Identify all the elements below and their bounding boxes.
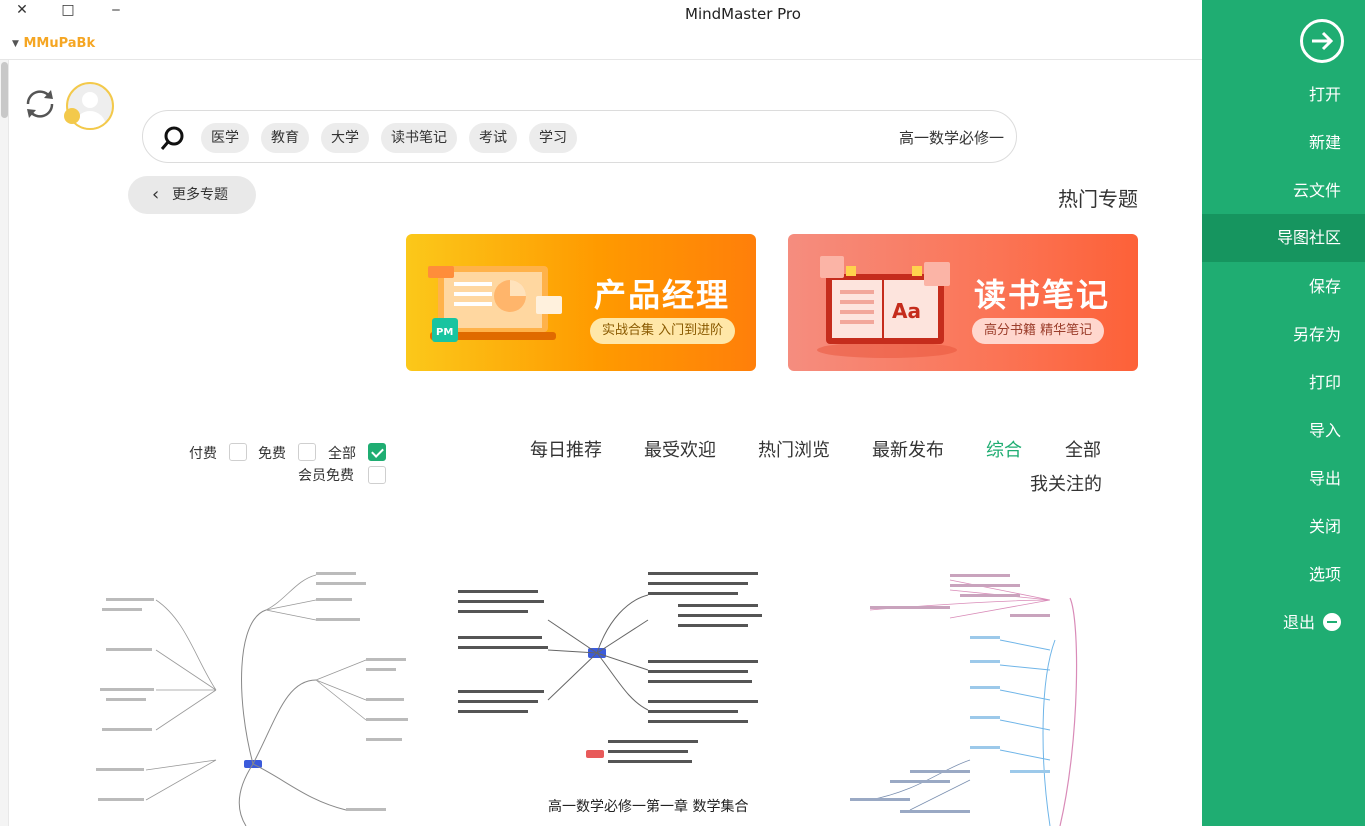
sync-icon[interactable] bbox=[22, 86, 58, 122]
more-topics-button[interactable]: ‹ 更多专题 bbox=[128, 176, 256, 214]
mindmap-card[interactable]: 高一数学必修一第一章 数学集合 bbox=[448, 560, 778, 826]
tab-all[interactable]: 全部 bbox=[1065, 436, 1101, 462]
sidebar-item-community[interactable]: 导图社区 bbox=[1202, 214, 1365, 262]
book-illustration: Aa bbox=[817, 256, 957, 358]
checkbox-label: 免费 bbox=[258, 446, 286, 462]
checkbox-all[interactable] bbox=[368, 443, 386, 461]
banner-title: 产品经理 bbox=[594, 276, 731, 314]
sidebar-item-options[interactable]: 选项 bbox=[1202, 551, 1365, 599]
window-title: MindMaster Pro bbox=[685, 5, 801, 23]
search-tag[interactable]: 学习 bbox=[529, 123, 577, 153]
search-icon[interactable] bbox=[159, 124, 187, 152]
checkbox-label: 会员免费 bbox=[298, 468, 354, 484]
mindmap-thumbnail bbox=[458, 572, 762, 763]
search-tag[interactable]: 大学 bbox=[321, 123, 369, 153]
sidebar-item-import[interactable]: 导入 bbox=[1202, 407, 1365, 455]
checkbox-paid[interactable] bbox=[229, 443, 247, 461]
banner-subtitle: 实战合集 入门到进阶 bbox=[590, 318, 736, 344]
divider bbox=[0, 59, 1202, 60]
search-input[interactable]: 高一数学必修一 bbox=[899, 127, 1004, 148]
search-bar[interactable]: 医学 教育 大学 读书笔记 考试 学习 高一数学必修一 bbox=[142, 110, 1017, 163]
tab-daily-pick[interactable]: 每日推荐 bbox=[530, 436, 602, 462]
account-name: MMuPaBk bbox=[23, 36, 96, 51]
search-tag[interactable]: 医学 bbox=[201, 123, 249, 153]
checkbox-label: 全部 bbox=[328, 446, 356, 462]
exit-label: 退出 bbox=[1282, 613, 1315, 632]
sidebar-item-print[interactable]: 打印 bbox=[1202, 359, 1365, 407]
card-title[interactable]: 高一数学必修一第一章 数学集合 bbox=[548, 796, 748, 816]
section-title: 热门专题 bbox=[1058, 187, 1138, 211]
account-menu[interactable]: ▼ MMuPaBk bbox=[12, 36, 95, 51]
banner-reading-notes[interactable]: Aa 读书笔记 高分书籍 精华笔记 bbox=[788, 234, 1138, 371]
title-bar: ✕ □ ‒ MindMaster Pro bbox=[0, 0, 1202, 28]
mindmap-thumbnail bbox=[850, 574, 1078, 826]
minimize-icon[interactable]: ‒ bbox=[104, 2, 128, 24]
mindmap-card[interactable] bbox=[86, 560, 416, 826]
sidebar-item-save-as[interactable]: 另存为 bbox=[1202, 311, 1365, 359]
search-tag[interactable]: 读书笔记 bbox=[381, 123, 457, 153]
arrow-right-circle-icon[interactable] bbox=[1300, 19, 1344, 63]
search-tag[interactable]: 考试 bbox=[469, 123, 517, 153]
banner-title: 读书笔记 bbox=[974, 276, 1111, 314]
banner-subtitle: 高分书籍 精华笔记 bbox=[972, 318, 1105, 344]
search-tag[interactable]: 教育 bbox=[261, 123, 309, 153]
sidebar-item-new[interactable]: 新建 bbox=[1202, 119, 1365, 167]
scrollbar-track[interactable] bbox=[0, 60, 9, 826]
maximize-icon[interactable]: □ bbox=[56, 2, 80, 24]
vip-badge-icon bbox=[64, 108, 80, 124]
tab-hot-browse[interactable]: 热门浏览 bbox=[758, 436, 830, 462]
caret-down-icon: ▼ bbox=[12, 39, 19, 49]
sidebar-item-open[interactable]: 打开 bbox=[1202, 71, 1365, 119]
svg-text:Aa: Aa bbox=[892, 299, 921, 323]
sidebar: 打开 新建 云文件 导图社区 保存 另存为 打印 导入 导出 关闭 选项 退出 bbox=[1202, 0, 1365, 826]
tab-following[interactable]: 我关注的 bbox=[1030, 470, 1102, 496]
scrollbar-thumb[interactable] bbox=[1, 62, 8, 118]
more-topics-label: 更多专题 bbox=[172, 187, 228, 203]
close-icon[interactable]: ✕ bbox=[10, 2, 34, 24]
mindmap-thumbnail bbox=[96, 572, 408, 826]
sidebar-item-close[interactable]: 关闭 bbox=[1202, 503, 1365, 551]
mindmap-card[interactable] bbox=[810, 560, 1110, 826]
laptop-illustration: PM bbox=[428, 266, 562, 342]
exit-icon bbox=[1323, 613, 1341, 631]
sidebar-item-cloud-files[interactable]: 云文件 bbox=[1202, 167, 1365, 215]
tab-comprehensive[interactable]: 综合 bbox=[986, 436, 1022, 462]
sidebar-item-exit[interactable]: 退出 bbox=[1202, 599, 1365, 647]
tab-most-popular[interactable]: 最受欢迎 bbox=[644, 436, 716, 462]
chevron-left-icon: ‹ bbox=[152, 184, 160, 205]
svg-text:PM: PM bbox=[436, 327, 453, 338]
banner-product-manager[interactable]: PM 产品经理 实战合集 入门到进阶 bbox=[406, 234, 756, 371]
sidebar-item-save[interactable]: 保存 bbox=[1202, 263, 1365, 311]
tab-latest[interactable]: 最新发布 bbox=[872, 436, 944, 462]
checkbox-free[interactable] bbox=[298, 443, 316, 461]
sidebar-item-export[interactable]: 导出 bbox=[1202, 455, 1365, 503]
checkbox-member-free[interactable] bbox=[368, 466, 386, 484]
checkbox-label: 付费 bbox=[189, 446, 217, 462]
